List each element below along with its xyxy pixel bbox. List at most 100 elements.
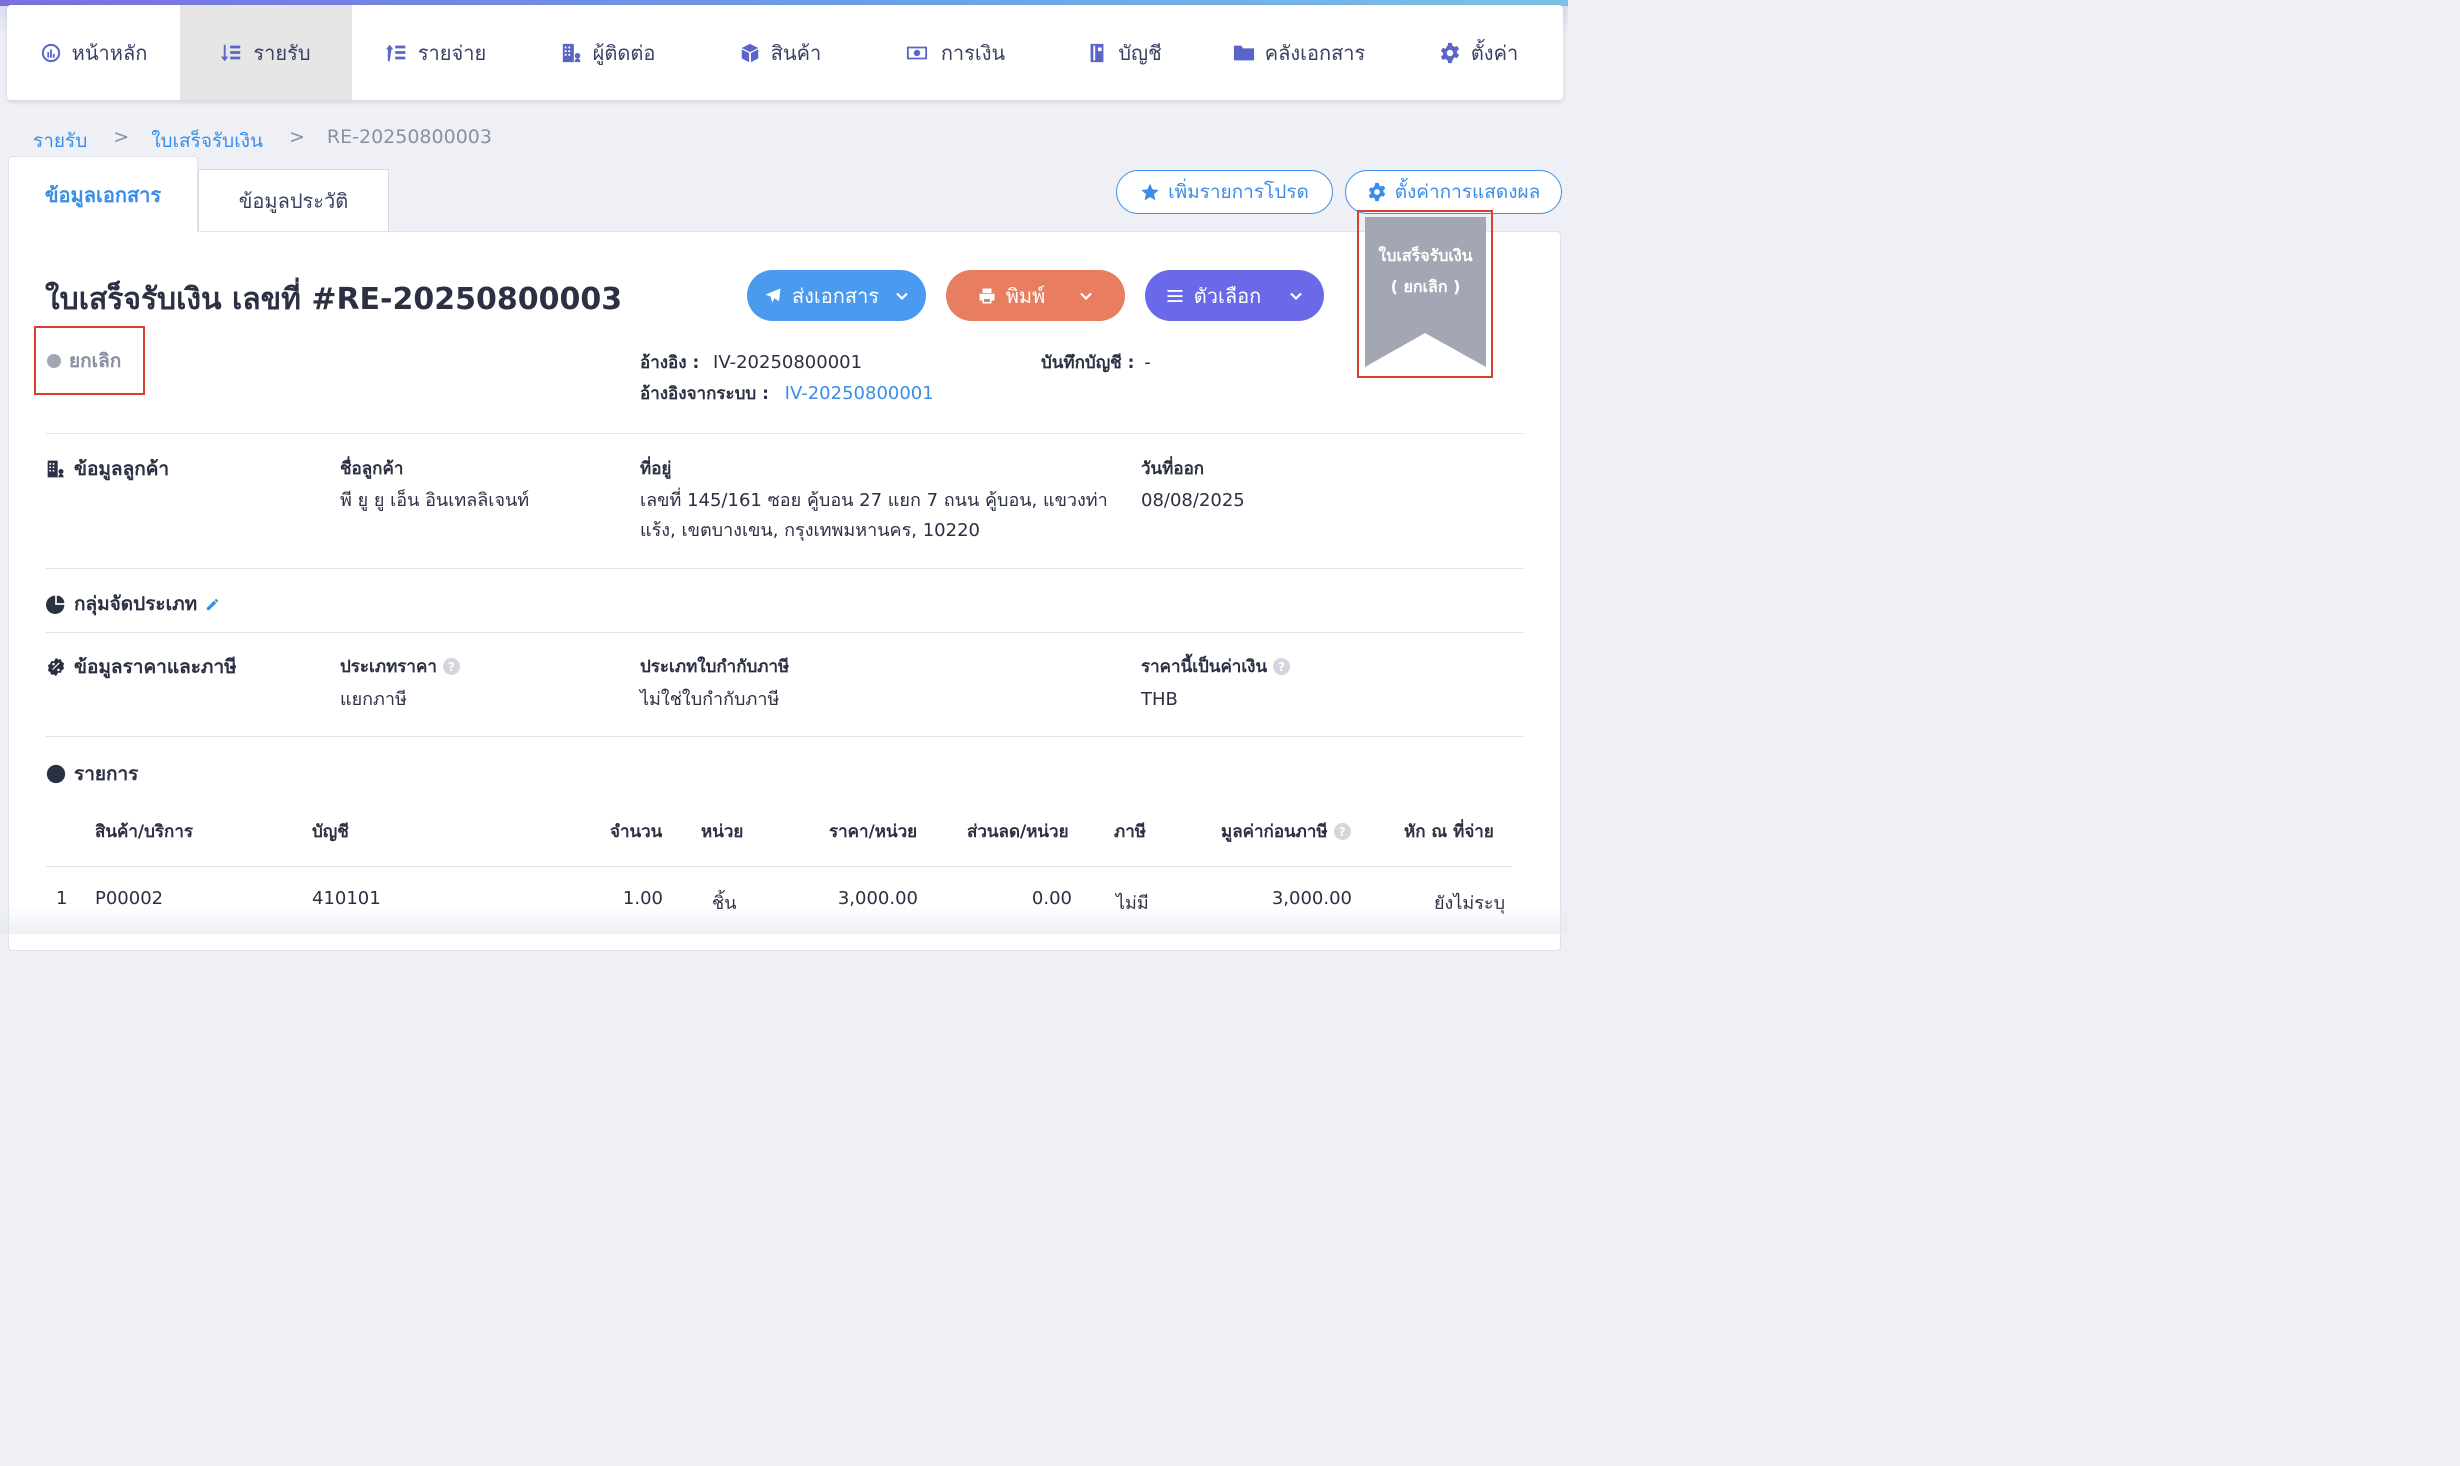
star-icon <box>1141 183 1159 201</box>
unit-value: ชิ้น <box>712 893 737 914</box>
printer-icon <box>979 288 995 303</box>
dashboard-icon <box>41 43 60 62</box>
nav-item-home[interactable]: หน้าหลัก <box>7 5 180 100</box>
building-icon <box>47 460 64 478</box>
divider <box>46 632 1523 633</box>
divider <box>46 433 1523 434</box>
gear-icon <box>1368 182 1385 202</box>
nav-label: คลังเอกสาร <box>1264 40 1366 65</box>
column-header-withholding: หัก ณ ที่จ่าย <box>1404 822 1494 842</box>
divider <box>46 736 1523 737</box>
column-header-quantity: จำนวน <box>610 822 663 842</box>
expense-icon <box>385 44 406 61</box>
breadcrumb: รายรับ > ใบเสร็จรับเงิน > RE-20250800003 <box>33 126 492 156</box>
customer-section-label: ข้อมูลลูกค้า <box>74 458 170 480</box>
help-icon[interactable]: ? <box>1333 823 1351 840</box>
print-button[interactable]: พิมพ์ <box>946 270 1125 321</box>
tab-document-info[interactable]: ข้อมูลเอกสาร <box>8 156 198 232</box>
nav-item-expense[interactable]: รายจ่าย <box>352 5 520 100</box>
send-document-label: ส่งเอกสาร <box>791 283 880 308</box>
reference-value: IV-20250800001 <box>713 352 863 373</box>
help-icon[interactable]: ? <box>442 658 460 675</box>
breadcrumb-current: RE-20250800003 <box>326 126 492 148</box>
tax-invoice-type-value: ไม่ใช่ใบกำกับภาษี <box>640 689 780 710</box>
column-header-unit: หน่วย <box>701 822 744 842</box>
nav-item-documents[interactable]: คลังเอกสาร <box>1204 5 1394 100</box>
table-header-divider <box>46 866 1512 867</box>
nav-item-contacts[interactable]: ผู้ติดต่อ <box>520 5 696 100</box>
nav-label: ผู้ติดต่อ <box>592 40 656 65</box>
product-code-link[interactable]: P00002 <box>95 888 163 909</box>
display-settings-button[interactable]: ตั้งค่าการแสดงผล <box>1345 170 1562 214</box>
system-reference-label: อ้างอิงจากระบบ : <box>640 384 769 404</box>
nav-label: สินค้า <box>770 40 822 65</box>
discount-value: 0.00 <box>1031 888 1072 909</box>
breadcrumb-receipts-link[interactable]: ใบเสร็จรับเงิน <box>151 126 263 156</box>
customer-name-link[interactable]: พี ยู ยู เอ็น อินเทลลิเจนท์ <box>340 486 529 516</box>
nav-item-settings[interactable]: ตั้งค่า <box>1394 5 1563 100</box>
column-header-account: บัญชี <box>312 822 349 842</box>
income-icon <box>221 44 241 61</box>
address-line2: แร้ง, เขตบางเขน, กรุงเทพมหานคร, 10220 <box>640 520 980 541</box>
display-settings-label: ตั้งค่าการแสดงผล <box>1394 181 1541 203</box>
breadcrumb-separator: > <box>289 126 305 148</box>
page-title: ใบเสร็จรับเงิน เลขที่ #RE-20250800003 <box>45 282 623 317</box>
divider <box>46 568 1523 569</box>
gear-icon <box>1440 42 1459 63</box>
tax-invoice-type-label: ประเภทใบกำกับภาษี <box>640 657 790 677</box>
product-box-icon <box>741 43 758 62</box>
reference-row: อ้างอิง : IV-20250800001 <box>640 349 862 376</box>
edit-pencil-icon[interactable] <box>205 597 220 612</box>
issue-date-value: 08/08/2025 <box>1141 490 1245 511</box>
money-icon <box>906 46 927 59</box>
journal-label: บันทึกบัญชี : <box>1041 353 1135 373</box>
tax-value: ไม่มี <box>1116 893 1149 914</box>
pie-chart-icon <box>46 595 65 614</box>
help-icon[interactable]: ? <box>1273 658 1291 675</box>
send-document-button[interactable]: ส่งเอกสาร <box>747 270 926 321</box>
contacts-icon <box>562 43 580 62</box>
nav-label: การเงิน <box>940 40 1006 65</box>
ribbon-highlight-box <box>1357 210 1493 378</box>
items-section-title: รายการ <box>46 759 138 789</box>
price-type-label: ประเภทราคา ? <box>340 653 460 680</box>
quantity-value: 1.00 <box>622 888 663 909</box>
status-highlight-box <box>34 326 145 395</box>
price-type-label-text: ประเภทราคา <box>340 657 437 677</box>
breadcrumb-separator: > <box>113 126 130 148</box>
pretax-value: 3,000.00 <box>1271 888 1352 909</box>
nav-label: รายรับ <box>253 40 311 65</box>
items-section-label: รายการ <box>74 763 139 785</box>
add-favorite-button[interactable]: เพิ่มรายการโปรด <box>1116 170 1333 214</box>
address-label: ที่อยู่ <box>640 459 672 479</box>
category-section-title: กลุ่มจัดประเภท <box>46 589 220 619</box>
nav-label: รายจ่าย <box>417 40 487 65</box>
chevron-down-icon <box>896 292 908 300</box>
customer-section-title: ข้อมูลลูกค้า <box>46 454 169 484</box>
tab-document-info-label: ข้อมูลเอกสาร <box>44 182 162 207</box>
nav-item-accounting[interactable]: บัญชี <box>1044 5 1204 100</box>
journal-value: - <box>1144 352 1151 373</box>
options-button[interactable]: ตัวเลือก <box>1145 270 1324 321</box>
currency-label-text: ราคานี้เป็นค่าเงิน <box>1141 657 1268 677</box>
address-line1: เลขที่ 145/161 ซอย คู้บอน 27 แยก 7 ถนน ค… <box>640 490 1108 511</box>
column-header-product: สินค้า/บริการ <box>95 822 194 842</box>
nav-item-finance[interactable]: การเงิน <box>864 5 1044 100</box>
nav-item-income[interactable]: รายรับ <box>180 5 352 100</box>
journal-row: บันทึกบัญชี : - <box>1041 349 1151 376</box>
row-number: 1 <box>56 888 68 909</box>
price-type-value: แยกภาษี <box>340 689 407 710</box>
currency-label: ราคานี้เป็นค่าเงิน ? <box>1141 653 1291 680</box>
circle-icon <box>46 764 66 784</box>
column-header-pretax: มูลค่าก่อนภาษี ? <box>1221 818 1351 845</box>
pricing-section-label: ข้อมูลราคาและภาษี <box>74 656 237 678</box>
account-code: 410101 <box>312 888 381 909</box>
breadcrumb-income-link[interactable]: รายรับ <box>33 126 87 156</box>
column-header-unit-price: ราคา/หน่วย <box>829 822 918 842</box>
category-section-label: กลุ่มจัดประเภท <box>74 593 198 615</box>
issue-date-label: วันที่ออก <box>1141 459 1205 479</box>
chevron-down-icon <box>1080 292 1093 300</box>
tab-history[interactable]: ข้อมูลประวัติ <box>198 169 389 232</box>
system-reference-link[interactable]: IV-20250800001 <box>785 383 934 404</box>
nav-item-products[interactable]: สินค้า <box>696 5 864 100</box>
